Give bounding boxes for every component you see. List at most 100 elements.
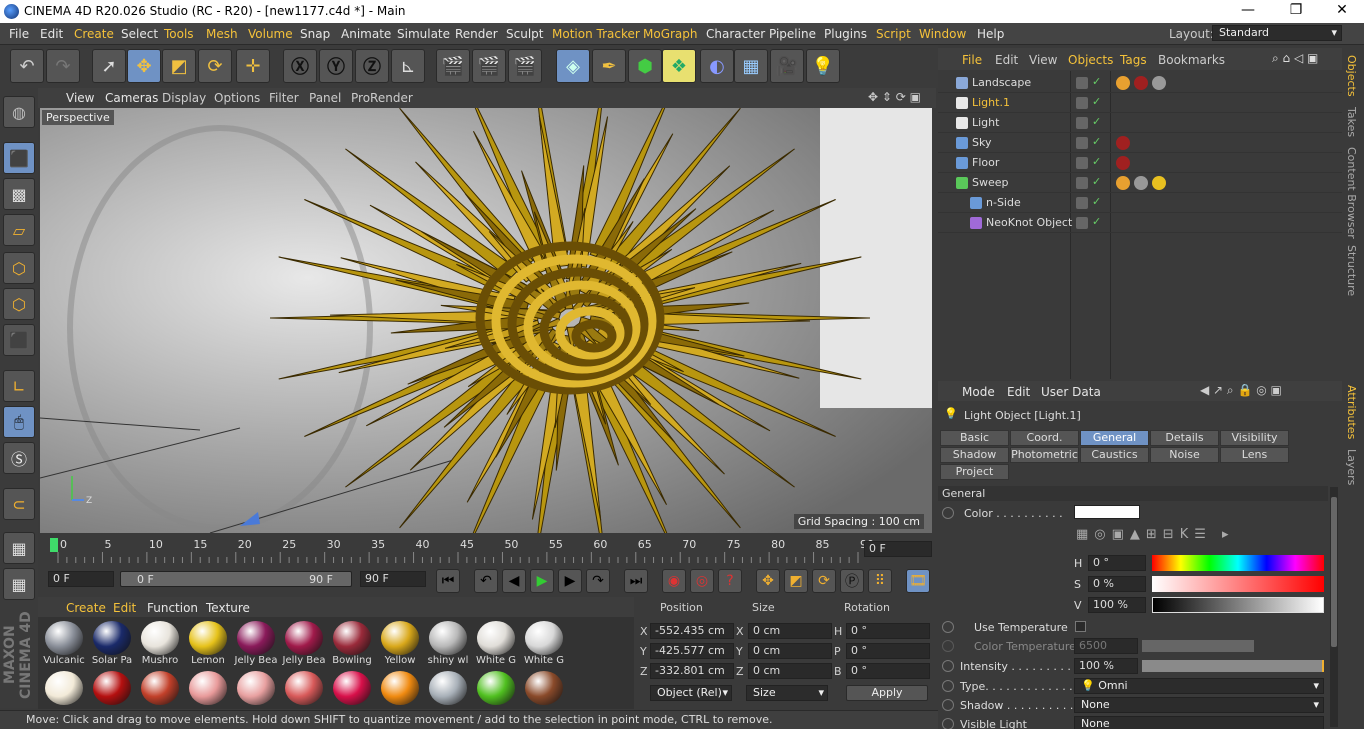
menu-render[interactable]: Render [455,27,498,41]
visibility-toggle-icon[interactable] [1076,77,1088,89]
side-tab-content-browser[interactable]: Content Browser [1345,147,1358,239]
enabled-check-icon[interactable]: ✓ [1092,75,1101,88]
object-row[interactable]: Floor ✓ [938,153,1342,173]
material-swatch[interactable] [330,669,374,715]
vp-menu-view[interactable]: View [66,91,94,105]
polygons-mode-icon[interactable]: ⬛ [3,324,35,356]
timeline-window-icon[interactable]: 🎞 [906,569,930,593]
menu-file[interactable]: File [9,27,29,41]
axis-mode-icon[interactable]: ∟ [3,370,35,402]
material-swatch[interactable]: Yellow [378,619,422,666]
visibility-toggle-icon[interactable] [1076,117,1088,129]
coordinate-system-icon[interactable]: ⊾ [391,49,425,83]
value-field[interactable]: 100 % [1088,597,1146,613]
material-swatch[interactable] [42,669,86,715]
minimize-button[interactable]: — [1228,2,1268,20]
enabled-check-icon[interactable]: ✓ [1092,135,1101,148]
select-cursor-icon[interactable]: ➚ [92,49,126,83]
side-tab-layers[interactable]: Layers [1345,449,1358,485]
side-tab-objects[interactable]: Objects [1345,55,1358,97]
visible-light-dropdown[interactable]: None [1074,716,1324,729]
close-button[interactable]: ✕ [1322,2,1362,20]
tab-coord[interactable]: Coord. [1010,430,1079,446]
obj-menu-objects[interactable]: Objects [1068,53,1113,67]
vp-menu-prorender[interactable]: ProRender [351,91,413,105]
menu-edit[interactable]: Edit [40,27,63,41]
vp-menu-options[interactable]: Options [214,91,260,105]
material-swatch[interactable]: Vulcanic [42,619,86,666]
shadow-dropdown[interactable]: None ▾ [1074,697,1324,713]
menu-tools[interactable]: Tools [164,27,194,41]
saturation-field[interactable]: 0 % [1088,576,1146,592]
key-pla-icon[interactable]: ⠿ [868,569,892,593]
y-axis-lock-icon[interactable]: Ⓨ [319,49,353,83]
next-frame-icon[interactable]: ▶ [558,569,582,593]
texture-mode-icon[interactable]: ▩ [3,178,35,210]
material-tag-icon[interactable] [1116,156,1130,170]
mat-menu-texture[interactable]: Texture [206,601,250,615]
material-swatch[interactable] [234,669,278,715]
color-temp-anim-radio[interactable] [942,640,954,652]
vp-menu-filter[interactable]: Filter [269,91,299,105]
previous-frame-icon[interactable]: ◀ [502,569,526,593]
tab-caustics[interactable]: Caustics [1080,447,1149,463]
position-field[interactable]: -425.577 cm [650,643,734,659]
maximize-button[interactable]: ❐ [1276,2,1316,20]
frame-range-slider[interactable]: 0 F 90 F [120,571,352,587]
hue-field[interactable]: 0 ° [1088,555,1146,571]
obj-menu-view[interactable]: View [1029,53,1057,67]
visibility-toggle-icon[interactable] [1076,137,1088,149]
render-view-icon[interactable]: 🎬 [436,49,470,83]
tab-noise[interactable]: Noise [1150,447,1219,463]
enabled-check-icon[interactable]: ✓ [1092,215,1101,228]
vp-menu-cameras[interactable]: Cameras [105,91,158,105]
rotation-field[interactable]: 0 ° [846,623,930,639]
material-tag-icon[interactable] [1116,176,1130,190]
side-tab-takes[interactable]: Takes [1345,107,1358,137]
material-swatch[interactable]: shiny wl [426,619,470,666]
material-swatch[interactable] [282,669,326,715]
mat-menu-function[interactable]: Function [147,601,198,615]
cube-object-icon[interactable]: ◈ [556,49,590,83]
timeline-ruler[interactable]: 051015202530354045505560657075808590 0 F [38,535,936,565]
tab-lens[interactable]: Lens [1220,447,1289,463]
material-swatch[interactable] [138,669,182,715]
material-swatch[interactable]: White G [474,619,518,666]
visibility-toggle-icon[interactable] [1076,177,1088,189]
intensity-slider[interactable] [1142,660,1324,672]
color-anim-radio[interactable] [942,507,954,519]
material-tag-icon[interactable] [1116,136,1130,150]
object-row[interactable]: n-Side ✓ [938,193,1342,213]
intensity-anim-radio[interactable] [942,660,954,672]
light-bulb-icon[interactable]: 💡 [806,49,840,83]
key-scale-icon[interactable]: ◩ [784,569,808,593]
search-icon[interactable]: ⌕ ⌂ ◁ ▣ [1272,51,1318,66]
floor-scene-icon[interactable]: ▦ [734,49,768,83]
object-row[interactable]: Light.1 ✓ [938,93,1342,113]
redo-icon[interactable]: ↷ [46,49,80,83]
3d-viewport[interactable]: Z Grid Spacing : 100 cm [40,108,932,533]
color-mode-icons[interactable]: ▦◎▣▲⊞⊟K☰ ▸ [1076,527,1326,545]
render-picture-viewer-icon[interactable]: 🎬 [472,49,506,83]
visibility-toggle-icon[interactable] [1076,97,1088,109]
apply-button[interactable]: Apply [846,685,928,701]
pen-spline-icon[interactable]: ✒ [592,49,626,83]
material-tag-icon[interactable] [1134,176,1148,190]
attr-scrollbar[interactable] [1330,487,1338,727]
material-tag-icon[interactable] [1152,176,1166,190]
material-tag-icon[interactable] [1134,76,1148,90]
tab-photometric[interactable]: Photometric [1010,447,1079,463]
key-rotation-icon[interactable]: ⟳ [812,569,836,593]
workplane-grid-icon[interactable]: ▦ [3,532,35,564]
saturation-slider[interactable] [1152,576,1324,592]
start-frame-field[interactable]: 0 F [48,571,114,587]
object-row[interactable]: Light ✓ [938,113,1342,133]
visibility-toggle-icon[interactable] [1076,197,1088,209]
obj-menu-edit[interactable]: Edit [995,53,1018,67]
play-icon[interactable]: ▶ [530,569,554,593]
tab-details[interactable]: Details [1150,430,1219,446]
rotation-field[interactable]: 0 ° [846,643,930,659]
object-row[interactable]: NeoKnot Object ✓ [938,213,1342,233]
side-tab-structure[interactable]: Structure [1345,245,1358,296]
record-keys-icon[interactable]: ◉ [662,569,686,593]
